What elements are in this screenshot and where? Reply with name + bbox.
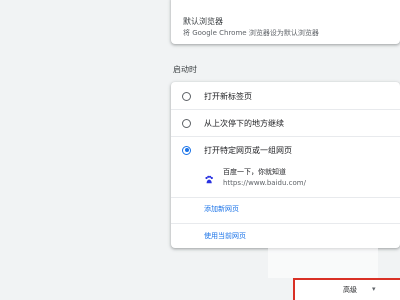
watermark-overlay bbox=[268, 232, 378, 278]
startup-option-continue-label: 从上次停下的地方继续 bbox=[204, 118, 284, 128]
startup-page-name: 百度一下，你就知道 bbox=[223, 168, 286, 176]
startup-option-new-tab[interactable]: 打开新标签页 bbox=[171, 88, 400, 104]
divider bbox=[171, 109, 400, 110]
on-startup-section-title: 启动时 bbox=[173, 65, 197, 74]
divider bbox=[171, 223, 400, 224]
radio-continue[interactable] bbox=[182, 118, 191, 128]
default-browser-subtitle: 将 Google Chrome 浏览器设为默认浏览器 bbox=[183, 29, 319, 37]
radio-new-tab[interactable] bbox=[182, 91, 191, 101]
advanced-toggle[interactable]: 高级 ▾ bbox=[293, 278, 400, 300]
startup-option-specific-pages[interactable]: 打开特定网页或一组网页 bbox=[171, 142, 400, 158]
startup-option-new-tab-label: 打开新标签页 bbox=[204, 91, 252, 101]
divider bbox=[171, 136, 400, 137]
on-startup-card: 打开新标签页 从上次停下的地方继续 打开特定网页或一组网页 百度一下，你就知道 … bbox=[171, 82, 400, 248]
default-browser-card: 默认浏览器 将 Google Chrome 浏览器设为默认浏览器 bbox=[171, 0, 400, 44]
startup-option-continue[interactable]: 从上次停下的地方继续 bbox=[171, 115, 400, 131]
divider bbox=[171, 197, 400, 198]
baidu-paw-icon bbox=[205, 175, 213, 184]
default-browser-title: 默认浏览器 bbox=[183, 17, 223, 26]
startup-page-url: https://www.baidu.com/ bbox=[223, 179, 306, 187]
startup-option-specific-pages-label: 打开特定网页或一组网页 bbox=[204, 145, 292, 155]
add-new-page-link[interactable]: 添加新网页 bbox=[204, 204, 239, 214]
chevron-down-icon: ▾ bbox=[372, 285, 376, 293]
advanced-label: 高级 bbox=[343, 286, 357, 294]
use-current-pages-link[interactable]: 使用当前网页 bbox=[204, 231, 246, 241]
radio-specific-pages[interactable] bbox=[182, 145, 191, 155]
